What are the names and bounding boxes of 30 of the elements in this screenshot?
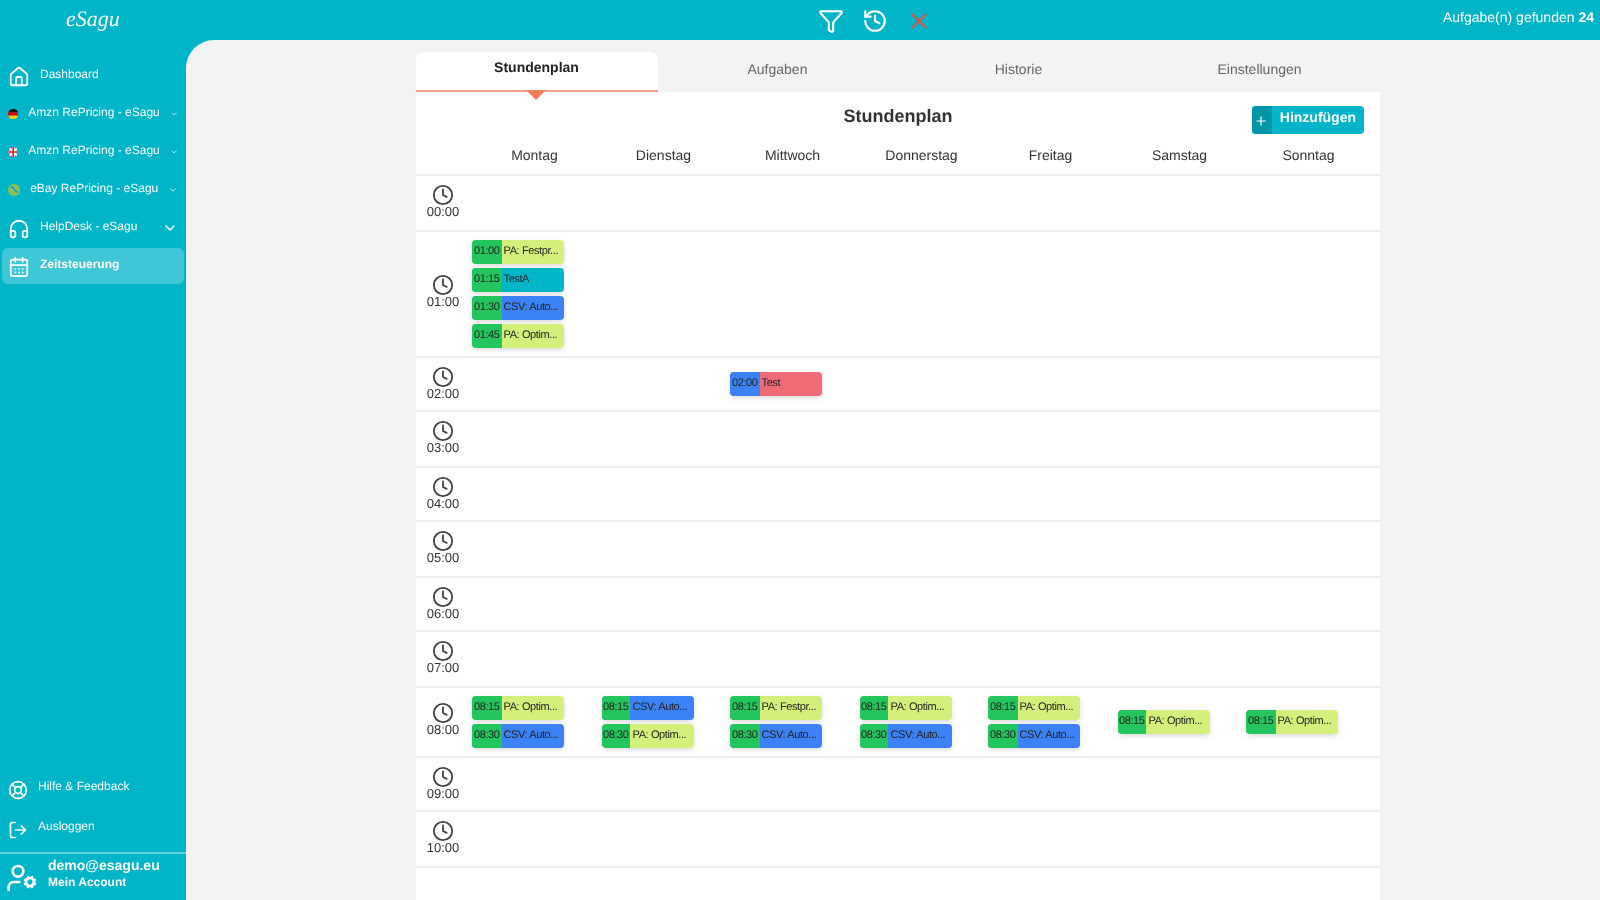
- clock-icon: [432, 765, 454, 787]
- clock-icon: [432, 274, 454, 297]
- clock-icon: [432, 820, 454, 842]
- chevron-down-icon: [169, 144, 178, 160]
- user-settings-icon[interactable]: [6, 861, 38, 893]
- chevron-down-icon: [162, 220, 178, 236]
- german-flag-icon: [8, 104, 19, 124]
- clock-icon: [432, 530, 454, 552]
- clock-icon: [432, 640, 454, 662]
- close-icon[interactable]: [905, 7, 932, 33]
- lifebuoy-icon: [8, 779, 28, 799]
- british-flag-icon: [8, 142, 19, 162]
- globe-icon: [8, 180, 21, 200]
- history-icon[interactable]: [861, 7, 888, 33]
- chevron-down-icon: [168, 182, 178, 198]
- filter-icon[interactable]: [817, 7, 844, 33]
- clock-icon: [432, 184, 454, 206]
- chevron-down-icon: [169, 106, 178, 122]
- logo: eSagu: [66, 9, 120, 31]
- home-icon: [8, 65, 30, 87]
- clock-icon: [432, 702, 454, 725]
- clock-icon: [432, 420, 454, 442]
- clock-icon: [432, 585, 454, 607]
- clock-icon: [432, 475, 454, 497]
- headset-icon: [8, 217, 30, 239]
- plus-icon: [1254, 113, 1269, 127]
- logout-icon: [8, 819, 28, 839]
- schedule-title: Stundenplan: [843, 104, 953, 131]
- clock-icon: [432, 365, 454, 387]
- calendar-icon: [8, 255, 30, 277]
